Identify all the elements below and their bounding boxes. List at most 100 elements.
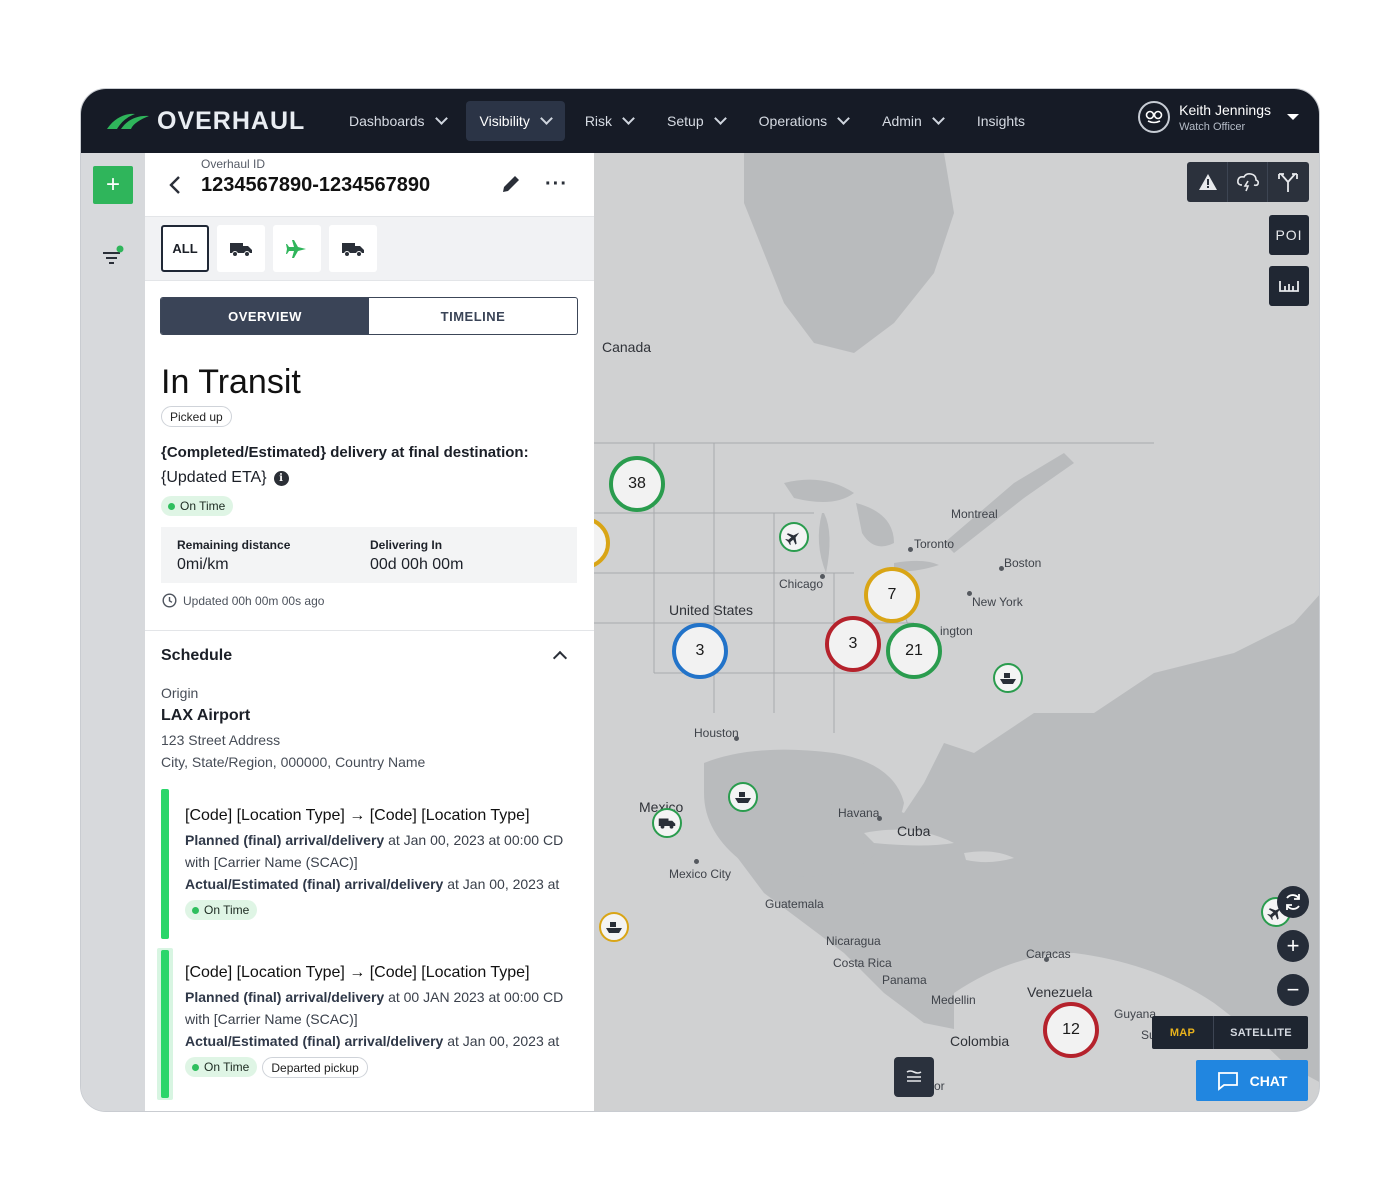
badge-label: On Time: [180, 499, 226, 513]
eta-row: {Updated ETA} i: [161, 469, 289, 487]
tab-timeline[interactable]: TIMELINE: [369, 298, 577, 334]
nav-operations[interactable]: Operations: [745, 101, 862, 141]
cluster-count: 21: [905, 642, 923, 659]
chat-label: CHAT: [1249, 1072, 1288, 1089]
ocean-shipment-marker[interactable]: [728, 782, 758, 812]
schedule-title: Schedule: [161, 647, 233, 664]
zoom-out-button[interactable]: −: [1277, 974, 1309, 1006]
shipment-cluster[interactable]: 7: [864, 567, 920, 623]
tab-overview[interactable]: OVERVIEW: [161, 298, 369, 334]
nav-label: Dashboards: [349, 113, 425, 129]
planned-label: Planned (final) arrival/delivery: [185, 832, 385, 848]
map-view[interactable]: Canada United States Montreal Toronto Bo…: [594, 153, 1319, 1111]
actual-value: at Jan 00, 2023 at: [443, 1033, 560, 1049]
measure-button[interactable]: [1269, 266, 1309, 306]
status-chip: Picked up: [161, 406, 232, 427]
refresh-icon: [1286, 894, 1300, 910]
on-time-badge: On Time: [185, 900, 258, 920]
ocean-shipment-marker[interactable]: [599, 912, 629, 942]
app-window: OVERHAUL Dashboards Visibility Risk Setu…: [80, 88, 1320, 1112]
nav-label: Insights: [976, 113, 1026, 129]
weather-layer-button[interactable]: [1228, 162, 1268, 202]
city-marker: [999, 566, 1004, 571]
map-label: Guatemala: [765, 897, 824, 911]
ocean-shipment-marker[interactable]: [993, 663, 1023, 693]
map-label: Nicaragua: [826, 934, 881, 948]
leg-carrier: with [Carrier Name (SCAC)]: [185, 854, 358, 870]
schedule-leg[interactable]: [Code] [Location Type] → [Code] [Locatio…: [161, 789, 581, 939]
nav-admin[interactable]: Admin: [868, 101, 957, 141]
more-options-icon[interactable]: ···: [545, 173, 569, 195]
status-dot: [192, 1063, 199, 1071]
edit-pencil-icon[interactable]: [500, 173, 522, 195]
badge-label: On Time: [204, 1060, 250, 1074]
reset-view-button[interactable]: [1277, 886, 1309, 918]
origin-address-line2: City, State/Region, 000000, Country Name: [161, 754, 426, 770]
chat-button[interactable]: CHAT: [1196, 1060, 1308, 1101]
actual-label: Actual/Estimated (final) arrival/deliver…: [185, 876, 444, 892]
back-arrow-icon[interactable]: [167, 175, 183, 195]
status-dot: [168, 502, 175, 510]
map-type-toggle: MAP SATELLITE: [1152, 1016, 1308, 1049]
nav-setup[interactable]: Setup: [653, 101, 739, 141]
map-label: Colombia: [950, 1033, 1010, 1049]
add-button[interactable]: +: [93, 166, 133, 204]
leg-carrier: with [Carrier Name (SCAC)]: [185, 1011, 358, 1027]
nav-dashboards[interactable]: Dashboards: [335, 101, 460, 141]
delivering-in-label: Delivering In: [370, 538, 443, 552]
logo-mark-icon: [107, 113, 149, 129]
chevron-down-icon: [931, 112, 945, 125]
map-label: Chicago: [779, 577, 824, 591]
zoom-in-button[interactable]: +: [1277, 930, 1309, 962]
cluster-count: 7: [887, 586, 897, 603]
shipment-cluster[interactable]: 3: [672, 623, 728, 679]
route-split-icon: [1278, 173, 1298, 192]
overhaul-logo[interactable]: OVERHAUL: [105, 107, 335, 136]
truck-shipment-marker[interactable]: [652, 808, 682, 838]
origin-name: LAX Airport: [161, 707, 251, 724]
weather-storm-icon: [1236, 173, 1259, 192]
user-menu[interactable]: Keith Jennings Watch Officer: [1138, 101, 1299, 133]
delivery-title: {Completed/Estimated} delivery at final …: [161, 444, 529, 461]
minus-icon: −: [1286, 977, 1300, 1002]
schedule-leg[interactable]: [Code] [Location Type] → [Code] [Locatio…: [157, 944, 581, 1104]
view-tabs: OVERVIEW TIMELINE: [160, 297, 578, 335]
leg-actual: Actual/Estimated (final) arrival/deliver…: [185, 1033, 559, 1049]
origin-label: Origin: [161, 685, 199, 701]
nav-label: Visibility: [479, 113, 530, 129]
nav-risk[interactable]: Risk: [571, 101, 647, 141]
map-label: Cuba: [897, 823, 931, 839]
city-marker: [967, 591, 972, 596]
nav-menu: Dashboards Visibility Risk Setup Operati…: [335, 89, 1045, 153]
plus-icon: +: [105, 171, 120, 198]
mode-air-button[interactable]: [273, 225, 321, 272]
shipment-cluster[interactable]: 12: [1043, 1002, 1099, 1058]
alerts-layer-button[interactable]: [1188, 162, 1228, 202]
poi-button[interactable]: POI: [1269, 215, 1309, 255]
map-legend-button[interactable]: [894, 1057, 934, 1097]
shipment-stats: Remaining distance 0mi/km Delivering In …: [161, 527, 577, 583]
mode-truck-button[interactable]: [217, 225, 265, 272]
caret-down-icon: [1287, 114, 1299, 120]
city-marker: [820, 574, 825, 579]
mode-all-button[interactable]: ALL: [161, 225, 209, 272]
leg-title: [Code] [Location Type] → [Code] [Locatio…: [185, 807, 530, 824]
map-type-map[interactable]: MAP: [1152, 1016, 1214, 1049]
nav-visibility[interactable]: Visibility: [465, 101, 565, 141]
map-label: ington: [940, 624, 973, 638]
info-icon[interactable]: i: [273, 470, 289, 486]
ship-icon: [735, 792, 751, 803]
filter-icon[interactable]: [100, 245, 126, 269]
routes-layer-button[interactable]: [1268, 162, 1308, 202]
mode-truck-button-2[interactable]: [329, 225, 377, 272]
shipment-cluster[interactable]: 21: [886, 623, 942, 679]
nav-insights[interactable]: Insights: [963, 101, 1039, 141]
shipment-cluster[interactable]: 38: [609, 456, 665, 512]
air-shipment-marker[interactable]: [779, 522, 809, 552]
shipment-cluster[interactable]: 3: [825, 616, 881, 672]
planned-label: Planned (final) arrival/delivery: [185, 989, 385, 1005]
on-time-badge: On Time: [161, 496, 234, 516]
map-type-satellite[interactable]: SATELLITE: [1214, 1016, 1308, 1049]
chevron-up-icon[interactable]: [552, 650, 568, 666]
map-label: Boston: [1004, 556, 1042, 570]
